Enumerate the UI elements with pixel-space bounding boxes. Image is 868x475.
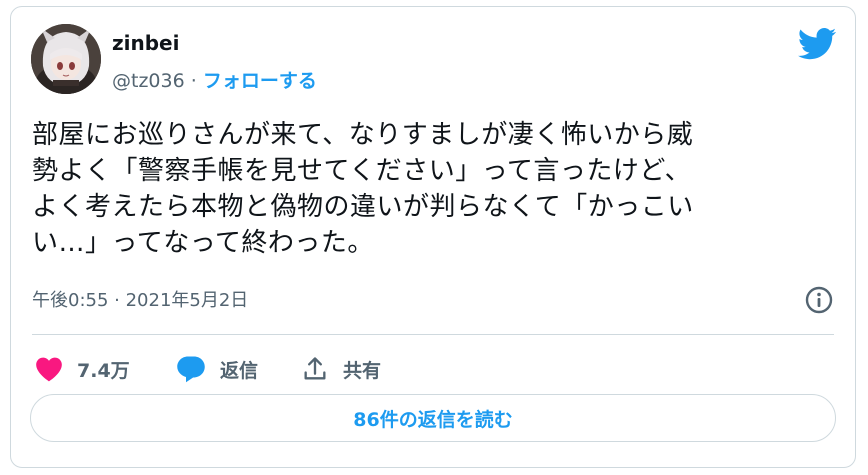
separator: ·	[184, 70, 203, 92]
like-button[interactable]: 7.4万	[35, 352, 130, 386]
read-replies-button[interactable]: 86件の返信を読む	[30, 394, 836, 442]
divider	[32, 334, 834, 335]
info-icon[interactable]	[804, 285, 834, 315]
display-name[interactable]: zinbei	[112, 31, 179, 55]
share-label: 共有	[343, 359, 382, 382]
tweet-line: 勢よく「警察手帳を見せてください」って言ったけど、	[32, 156, 692, 186]
reply-label: 返信	[220, 359, 259, 382]
tweet-card: zinbei @tz036 · フォローする 部屋にお巡りさんが来て、なりすまし…	[10, 6, 856, 468]
avatar[interactable]	[31, 24, 101, 94]
tweet-text: 部屋にお巡りさんが来て、なりすましが凄く怖いから威 勢よく「警察手帳を見せてくだ…	[32, 117, 842, 261]
share-button[interactable]: 共有	[301, 352, 381, 386]
reply-button[interactable]: 返信	[176, 352, 258, 386]
avatar-image	[31, 24, 101, 94]
tweet-line: い…」ってなって終わった。	[32, 228, 374, 258]
heart-icon	[36, 357, 62, 382]
twitter-bird-icon[interactable]	[797, 28, 837, 60]
user-handle-line: @tz036 · フォローする	[112, 66, 317, 93]
follow-link[interactable]: フォローする	[203, 70, 317, 92]
tweet-line: よく考えたら本物と偽物の違いが判らなくて「かっこい	[32, 192, 694, 222]
tweet-timestamp[interactable]: 午後0:55 · 2021年5月2日	[32, 286, 248, 312]
tweet-line: 部屋にお巡りさんが来て、なりすましが凄く怖いから威	[32, 120, 694, 150]
user-handle[interactable]: @tz036	[112, 70, 185, 92]
speech-bubble-icon	[177, 356, 205, 383]
share-icon	[304, 357, 326, 380]
like-count: 7.4万	[77, 359, 130, 382]
